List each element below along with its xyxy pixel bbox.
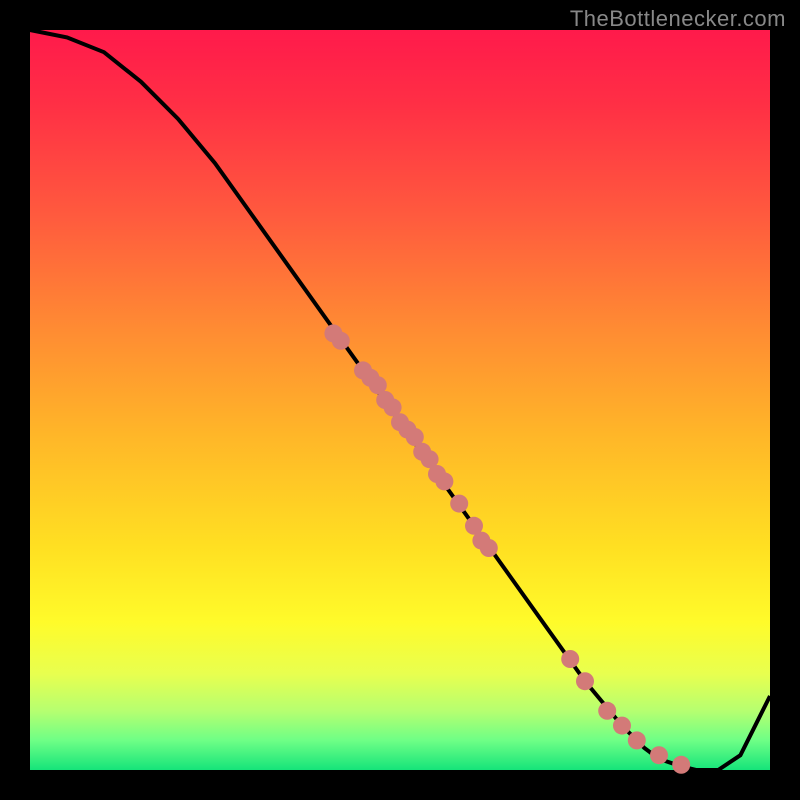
scatter-point [561,650,579,668]
scatter-point [598,702,616,720]
scatter-point [480,539,498,557]
scatter-point [450,495,468,513]
scatter-point [576,672,594,690]
scatter-point [435,472,453,490]
plot-area [30,30,770,770]
scatter-points [324,324,690,773]
scatter-point [613,717,631,735]
bottleneck-curve [30,30,770,770]
scatter-point [332,332,350,350]
chart-svg [30,30,770,770]
scatter-point [650,746,668,764]
watermark-text: TheBottlenecker.com [570,6,786,32]
scatter-point [672,756,690,774]
scatter-point [628,731,646,749]
chart-container: TheBottlenecker.com [0,0,800,800]
